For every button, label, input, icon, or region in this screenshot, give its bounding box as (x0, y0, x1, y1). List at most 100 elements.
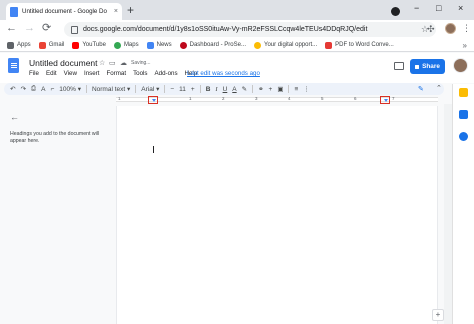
align-icon[interactable]: ≡ (294, 86, 298, 93)
maximize-button[interactable]: □ (436, 3, 441, 13)
chevron-down-icon: ▾ (77, 86, 81, 93)
bookmark-label: Your digital opport... (264, 42, 318, 48)
divider (135, 85, 137, 93)
vertical-scrollbar[interactable] (444, 104, 452, 324)
redo-icon[interactable]: ↷ (20, 85, 25, 93)
explore-button[interactable]: + (432, 309, 444, 321)
paint-format-icon[interactable]: ⌐ (50, 86, 54, 93)
maps-pin-icon (113, 41, 121, 49)
save-status: Saving... (131, 60, 151, 66)
chevron-down-icon: ▾ (127, 86, 131, 93)
menu-tools[interactable]: Tools (133, 70, 147, 77)
more-options-icon[interactable]: ⋮ (303, 85, 310, 93)
cloud-sync-icon: ☁ (120, 60, 127, 67)
divider (199, 85, 201, 93)
star-icon[interactable]: ☆ (99, 59, 105, 67)
tasks-icon[interactable] (459, 132, 468, 141)
back-button[interactable]: ← (6, 22, 17, 35)
browser-tab[interactable]: Untitled document - Google Do × (6, 3, 122, 20)
close-outline-icon[interactable]: ← (10, 112, 19, 122)
bookmark-label: YouTube (82, 42, 106, 48)
undo-icon[interactable]: ↶ (10, 85, 15, 93)
divider (85, 85, 87, 93)
menu-format[interactable]: Format (106, 70, 126, 77)
formatting-toolbar: ↶ ↷ ⎙ A ⌐ 100% ▾ Normal text ▾ Arial ▾ −… (4, 83, 444, 95)
style-select[interactable]: Normal text ▾ (92, 85, 130, 93)
extensions-icon[interactable]: ✣ (427, 24, 435, 35)
browser-menu-icon[interactable]: ⋮ (462, 23, 471, 34)
editing-mode-icon[interactable]: ✎ (418, 85, 424, 93)
divider (164, 85, 166, 93)
bookmark-apps[interactable]: Apps (7, 41, 31, 49)
lock-icon[interactable] (71, 25, 78, 34)
gmail-icon (38, 41, 46, 49)
docs-favicon-icon (10, 6, 18, 17)
insert-image-icon[interactable]: ▣ (277, 85, 283, 93)
underline-button[interactable]: U (223, 86, 228, 93)
bookmark-pdf[interactable]: PDF to Word Conve... (325, 41, 394, 49)
bookmark-digital[interactable]: Your digital opport... (254, 41, 318, 49)
bookmark-label: Dashboard - ProSe... (189, 42, 246, 48)
reload-button[interactable]: ⟳ (42, 22, 51, 35)
font-value: Arial (141, 86, 155, 93)
media-control-icon[interactable] (391, 7, 400, 16)
apps-grid-icon (7, 41, 14, 49)
bookmark-youtube[interactable]: YouTube (72, 41, 106, 49)
print-icon[interactable]: ⎙ (31, 85, 36, 93)
address-bar[interactable]: docs.google.com/document/d/1y8s1oSS0ituA… (64, 22, 436, 37)
link-icon[interactable]: ⚭ (258, 85, 263, 93)
new-tab-button[interactable]: + (127, 4, 134, 16)
outline-hint: Headings you add to the document will ap… (10, 131, 100, 144)
spellcheck-icon[interactable]: A (41, 86, 45, 93)
tab-close-icon[interactable]: × (114, 8, 118, 15)
docs-logo-icon[interactable] (8, 58, 19, 73)
share-button[interactable]: Share (410, 59, 445, 74)
ruler-number: 3 (255, 96, 258, 101)
ruler-number: 6 (354, 96, 357, 101)
calendar-icon[interactable] (459, 110, 468, 119)
menu-edit[interactable]: Edit (46, 70, 57, 77)
bookmark-gmail[interactable]: Gmail (38, 41, 64, 49)
minimize-button[interactable]: − (414, 3, 419, 13)
google-icon (254, 41, 261, 49)
bookmark-dashboard[interactable]: Dashboard - ProSe... (179, 41, 246, 49)
zoom-select[interactable]: 100% ▾ (59, 85, 81, 93)
ruler-number: 1 (189, 96, 192, 101)
menu-insert[interactable]: Insert (84, 70, 99, 77)
text-color-button[interactable]: A (232, 86, 236, 93)
highlight-icon[interactable]: ✎ (242, 85, 247, 93)
divider (288, 85, 290, 93)
document-title[interactable]: Untitled document (29, 58, 98, 68)
bookmark-news[interactable]: News (146, 41, 172, 49)
menu-file[interactable]: File (29, 70, 39, 77)
left-indent-marker[interactable] (148, 96, 158, 104)
pdf-icon (325, 41, 333, 49)
menu-addons[interactable]: Add-ons (155, 70, 178, 77)
browser-profile-avatar[interactable] (445, 23, 456, 34)
url-text[interactable]: docs.google.com/document/d/1y8s1oSS0ituA… (83, 26, 416, 33)
keep-icon[interactable] (459, 88, 468, 97)
last-edit-link[interactable]: Last edit was seconds ago (187, 70, 260, 77)
comment-history-icon[interactable] (394, 62, 404, 70)
font-select[interactable]: Arial ▾ (141, 85, 159, 93)
increase-size-button[interactable]: + (191, 86, 195, 93)
user-avatar[interactable] (453, 58, 468, 73)
ruler-number: 5 (321, 96, 324, 101)
forward-button[interactable]: → (24, 22, 35, 35)
bookmark-maps[interactable]: Maps (113, 41, 139, 49)
hide-menus-icon[interactable]: ⌃ (436, 84, 442, 92)
close-window-button[interactable]: × (458, 3, 463, 13)
decrease-size-button[interactable]: − (170, 86, 174, 93)
youtube-icon (72, 41, 80, 49)
move-folder-icon[interactable]: ▭ (109, 59, 116, 67)
bookmarks-overflow-button[interactable]: » (463, 41, 467, 50)
font-size-input[interactable]: 11 (179, 86, 186, 93)
ruler-number: 4 (288, 96, 291, 101)
add-comment-button[interactable]: + (269, 86, 273, 93)
menu-view[interactable]: View (64, 70, 77, 77)
right-indent-marker[interactable] (380, 96, 390, 104)
bold-button[interactable]: B (206, 86, 211, 93)
italic-button[interactable]: I (215, 86, 217, 93)
document-page[interactable] (116, 106, 438, 324)
lock-icon (415, 64, 420, 69)
